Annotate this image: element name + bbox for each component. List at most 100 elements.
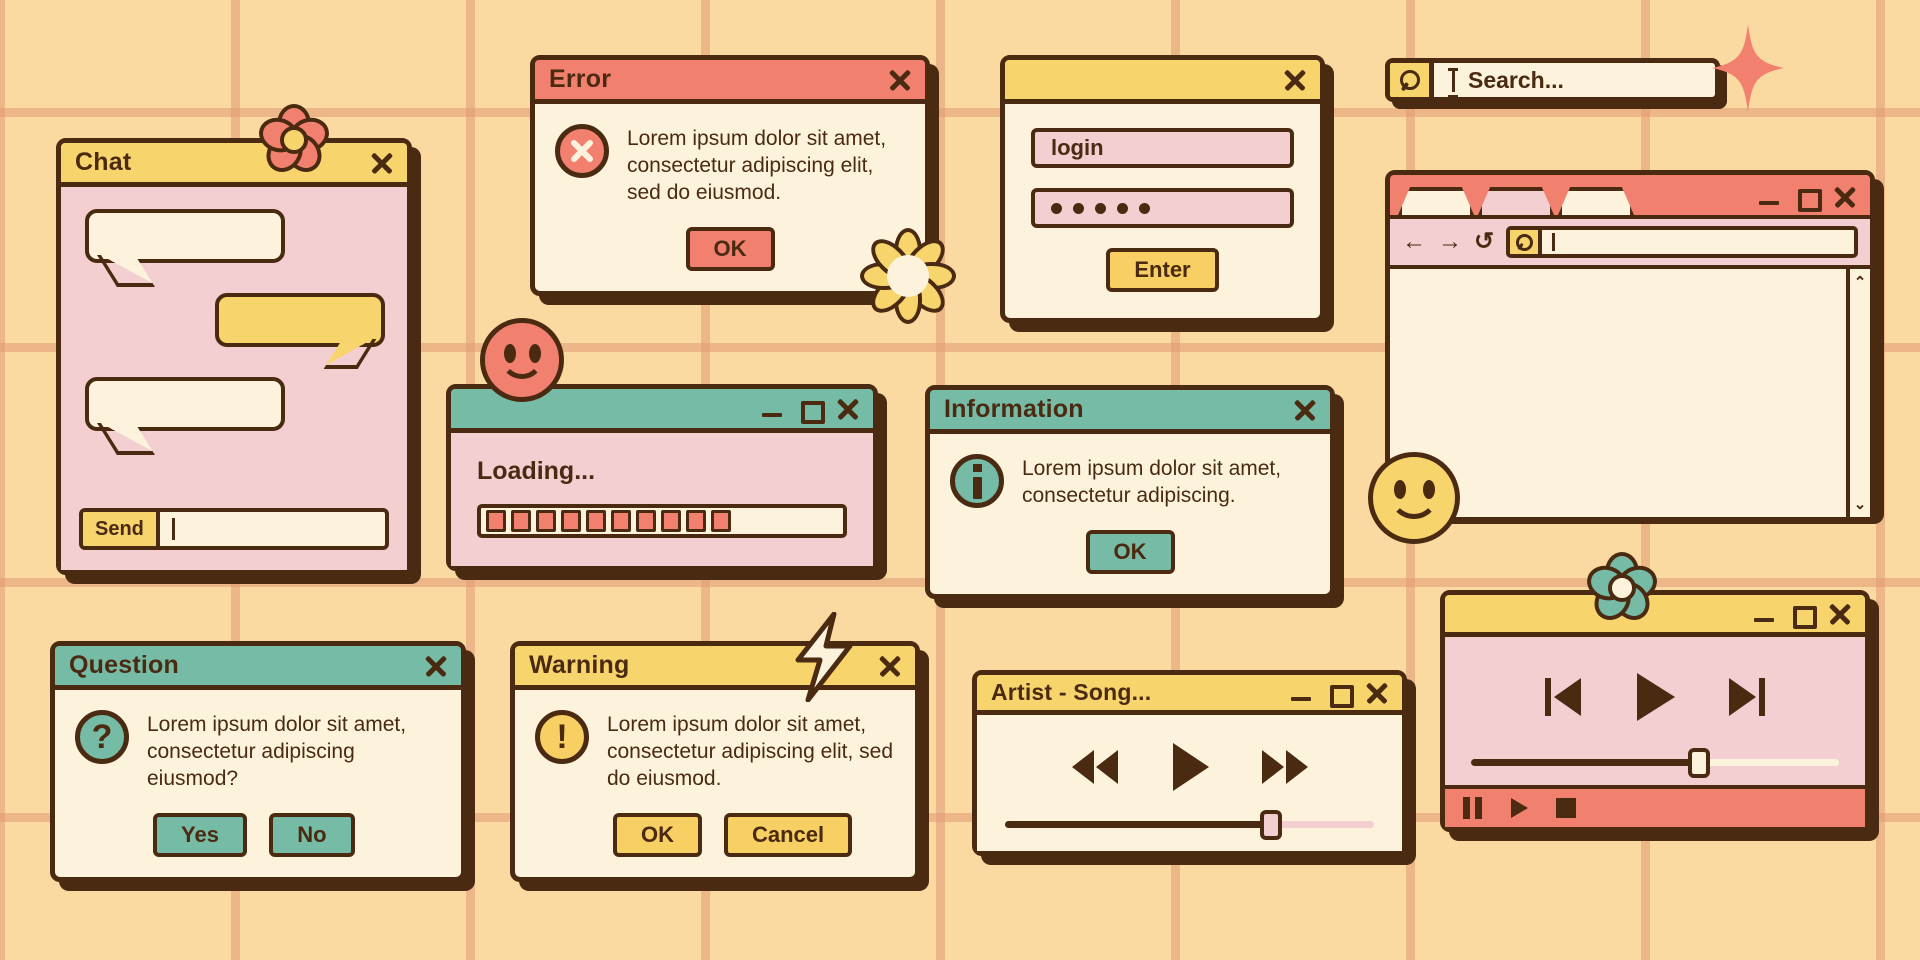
login-body: login Enter [1005,104,1320,318]
slider-knob[interactable] [1688,748,1711,778]
four-point-star-icon [1712,24,1784,112]
progress-block [711,510,731,532]
close-icon[interactable] [1294,399,1316,421]
browser-tab-1[interactable] [1398,187,1474,215]
loading-label: Loading... [477,457,596,485]
stop-icon[interactable] [1556,798,1576,818]
progress-bar [477,504,847,538]
password-field[interactable] [1031,188,1294,228]
search-input[interactable]: Search... [1468,67,1564,94]
pause-icon[interactable] [1463,797,1482,819]
warning-title: Warning [529,651,630,679]
progress-block [561,510,581,532]
browser-tab-3[interactable] [1558,187,1634,215]
information-message: Lorem ipsum dolor sit amet, consectetur … [1022,457,1282,507]
music-progress-slider[interactable] [1005,810,1374,840]
maximize-icon[interactable] [799,398,825,424]
music-player-window[interactable]: Artist - Song... [972,670,1407,856]
minimize-icon[interactable] [1290,682,1312,704]
minimize-icon[interactable] [1758,186,1780,208]
skip-previous-icon[interactable] [1542,675,1584,719]
progress-block [536,510,556,532]
close-icon[interactable] [1284,69,1306,91]
music-titlebar: Artist - Song... [977,675,1402,715]
browser-window[interactable]: ← → ↺ ⌃ ⌄ [1385,170,1875,517]
loading-body: Loading... [451,433,873,566]
progress-block [611,510,631,532]
chat-input-row[interactable]: Send [79,508,389,550]
close-icon[interactable] [837,398,859,420]
close-icon[interactable] [425,655,447,677]
scroll-down-icon[interactable]: ⌄ [1854,495,1867,513]
send-button[interactable]: Send [83,512,160,546]
back-icon[interactable]: ← [1402,230,1426,254]
progress-block [586,510,606,532]
close-icon[interactable] [879,655,901,677]
username-field[interactable]: login [1031,128,1294,168]
url-bar[interactable] [1506,226,1858,258]
minimize-icon[interactable] [761,398,783,420]
search-bar[interactable]: Search... [1385,58,1720,102]
information-dialog[interactable]: Information Lorem ipsum dolor sit amet, … [925,385,1335,599]
slider-knob[interactable] [1259,810,1282,840]
close-icon[interactable] [889,69,911,91]
loading-window[interactable]: Loading... [446,384,878,571]
chat-bubble-incoming [85,209,285,263]
play-icon[interactable] [1508,796,1530,820]
question-title: Question [69,651,179,679]
ok-button[interactable]: OK [1085,529,1175,574]
maximize-icon[interactable] [1791,603,1817,629]
close-icon[interactable] [371,152,393,174]
video-control-bar [1445,785,1865,827]
chat-bubble-outgoing [215,293,385,347]
browser-titlebar [1390,175,1870,215]
browser-tab-strip[interactable] [1398,175,1634,215]
teal-flower-icon [1582,552,1662,628]
play-icon[interactable] [1632,671,1678,723]
close-icon[interactable] [1834,186,1856,208]
error-x-icon [555,124,609,178]
information-titlebar: Information [930,390,1330,434]
question-mark-icon: ? [75,710,129,764]
question-dialog[interactable]: Question ? Lorem ipsum dolor sit amet, c… [50,641,466,882]
enter-button[interactable]: Enter [1106,248,1219,292]
ok-button[interactable]: OK [613,812,702,857]
text-cursor-icon [1448,68,1458,98]
search-icon[interactable] [1390,63,1434,97]
question-body: ? Lorem ipsum dolor sit amet, consectetu… [55,690,461,877]
chat-bubble-incoming [85,377,285,431]
information-body: Lorem ipsum dolor sit amet, consectetur … [930,434,1330,594]
music-body [977,715,1402,851]
no-button[interactable]: No [268,812,355,857]
login-window[interactable]: login Enter [1000,55,1325,323]
close-icon[interactable] [1366,682,1388,704]
yellow-daisy-icon [860,228,956,324]
forward-icon[interactable]: → [1438,230,1462,254]
error-message: Lorem ipsum dolor sit amet, consectetur … [627,127,887,204]
password-dots-icon [1051,202,1150,214]
play-icon[interactable] [1169,741,1211,793]
video-player-window[interactable] [1440,590,1870,832]
information-title: Information [944,395,1084,423]
skip-next-icon[interactable] [1726,675,1768,719]
minimize-icon[interactable] [1753,603,1775,625]
cancel-button[interactable]: Cancel [724,812,853,857]
ok-button[interactable]: OK [685,226,775,271]
search-icon[interactable] [1510,230,1543,254]
progress-block [511,510,531,532]
yes-button[interactable]: Yes [153,812,247,857]
chat-window[interactable]: Chat Send [56,138,412,575]
page-canvas [1390,269,1846,517]
fast-forward-icon[interactable] [1259,748,1311,786]
vertical-scrollbar[interactable]: ⌃ ⌄ [1846,269,1870,517]
scroll-up-icon[interactable]: ⌃ [1854,273,1867,291]
browser-tab-2[interactable] [1478,187,1554,215]
chat-message-list: Send [61,187,407,570]
warning-exclamation-icon: ! [535,710,589,764]
rewind-icon[interactable] [1069,748,1121,786]
maximize-icon[interactable] [1796,186,1822,212]
reload-icon[interactable]: ↺ [1474,230,1494,254]
close-icon[interactable] [1829,603,1851,625]
maximize-icon[interactable] [1328,682,1354,708]
video-progress-slider[interactable] [1471,748,1839,778]
